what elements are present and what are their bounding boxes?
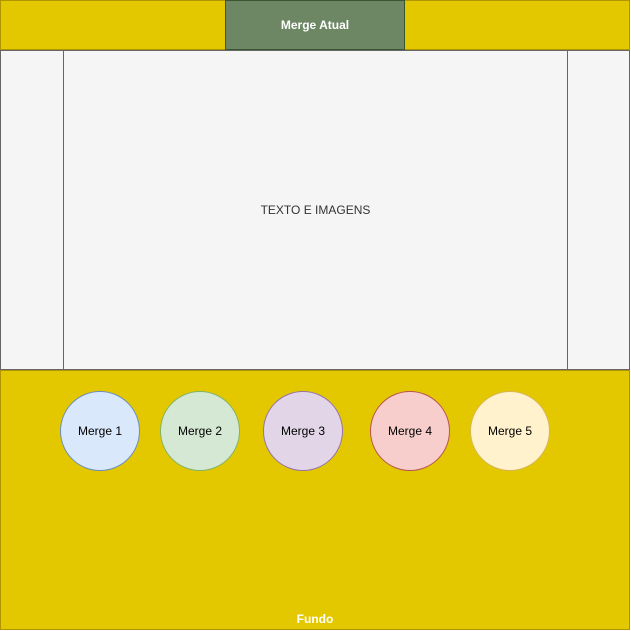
merge-2-label: Merge 2 [177, 424, 223, 438]
left-side-panel [0, 50, 64, 370]
merge-1-button[interactable]: Merge 1 [60, 391, 140, 471]
merge-1-label: Merge 1 [77, 424, 123, 438]
current-merge-box[interactable]: Merge Atual [225, 0, 405, 50]
merge-2-button[interactable]: Merge 2 [160, 391, 240, 471]
content-text: TEXTO E IMAGENS [260, 203, 371, 217]
canvas: Merge Atual TEXTO E IMAGENS Merge 1 Merg… [0, 0, 631, 631]
content-area: TEXTO E IMAGENS [63, 50, 568, 370]
right-side-panel [567, 50, 630, 370]
merge-3-label: Merge 3 [280, 424, 326, 438]
merge-4-button[interactable]: Merge 4 [370, 391, 450, 471]
merge-3-button[interactable]: Merge 3 [263, 391, 343, 471]
merge-5-label: Merge 5 [487, 424, 533, 438]
merge-5-button[interactable]: Merge 5 [470, 391, 550, 471]
merge-4-label: Merge 4 [387, 424, 433, 438]
current-merge-label: Merge Atual [280, 18, 350, 32]
background-label: Fundo [296, 612, 334, 626]
